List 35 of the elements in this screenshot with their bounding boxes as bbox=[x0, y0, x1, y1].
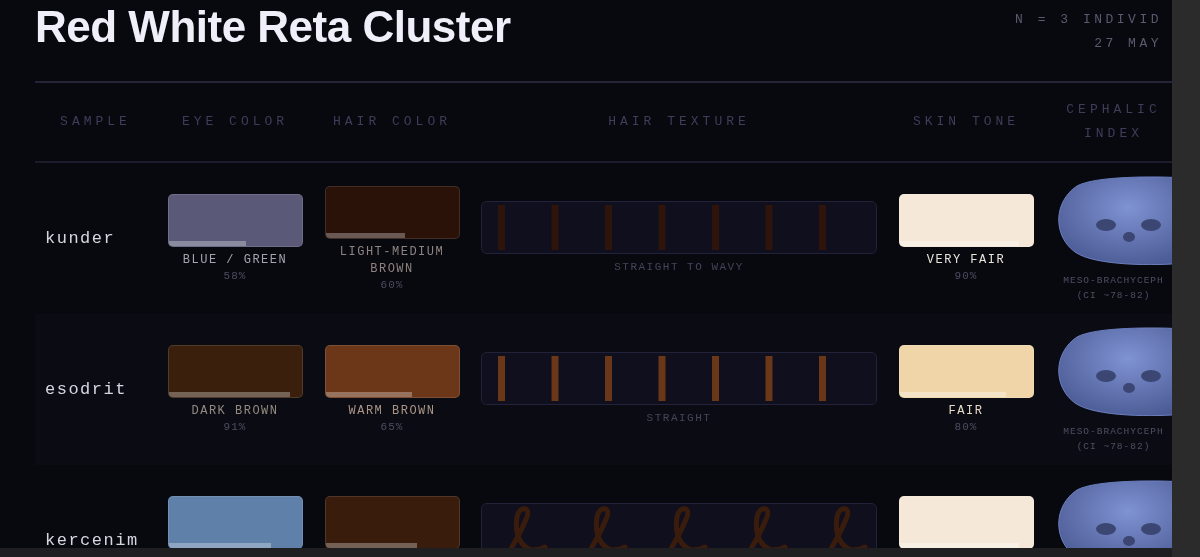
percent-text: 90% bbox=[954, 269, 978, 282]
head-shape-icon bbox=[1055, 326, 1172, 416]
cephalic-label: MESO-BRACHYCEPH bbox=[1063, 273, 1164, 287]
percent-text: 65% bbox=[380, 420, 404, 433]
cephalic-index-text: (CI ~78-82) bbox=[1076, 288, 1151, 302]
column-header: SAMPLE bbox=[59, 113, 132, 131]
column-header: HAIR TEXTURE bbox=[607, 113, 751, 131]
percent-text: 80% bbox=[954, 420, 978, 433]
column-header: HAIR COLOR bbox=[332, 113, 452, 131]
trait-label: WARM BROWN bbox=[348, 402, 436, 420]
head-shape-icon bbox=[1055, 479, 1172, 548]
horizontal-scrollbar[interactable] bbox=[0, 548, 1172, 557]
column-header: CEPHALIC INDEX bbox=[1065, 101, 1162, 143]
column-header: SKIN TONE bbox=[911, 113, 1021, 131]
trait-label: VERY FAIR bbox=[926, 251, 1006, 269]
percent-text: 58% bbox=[223, 269, 247, 282]
trait-label: BLUE / GREEN bbox=[182, 251, 288, 269]
meta-text: N = 3 INDIVID bbox=[1015, 12, 1162, 27]
trait-label: FAIR bbox=[948, 402, 984, 420]
texture-label: STRAIGHT bbox=[646, 411, 712, 424]
cephalic-label: MESO-BRACHYCEPH bbox=[1063, 424, 1164, 438]
sample-name: kunder bbox=[45, 229, 117, 248]
vertical-scrollbar[interactable] bbox=[1172, 0, 1200, 557]
head-shape-icon bbox=[1055, 175, 1172, 265]
sample-name: esodrit bbox=[45, 380, 128, 399]
sample-name: kercenim bbox=[45, 531, 140, 548]
meta-text: 27 MAY bbox=[1094, 36, 1162, 51]
percent-text: 60% bbox=[380, 279, 404, 291]
page-title: Red White Reta Cluster bbox=[35, 2, 511, 52]
cephalic-index-text: (CI ~78-82) bbox=[1076, 439, 1151, 453]
trait-label: DARK BROWN bbox=[191, 402, 279, 420]
trait-label: LIGHT-MEDIUM BROWN bbox=[338, 244, 446, 278]
percent-text: 91% bbox=[223, 420, 247, 433]
texture-label: STRAIGHT TO WAVY bbox=[614, 260, 744, 273]
column-header: EYE COLOR bbox=[180, 113, 290, 131]
